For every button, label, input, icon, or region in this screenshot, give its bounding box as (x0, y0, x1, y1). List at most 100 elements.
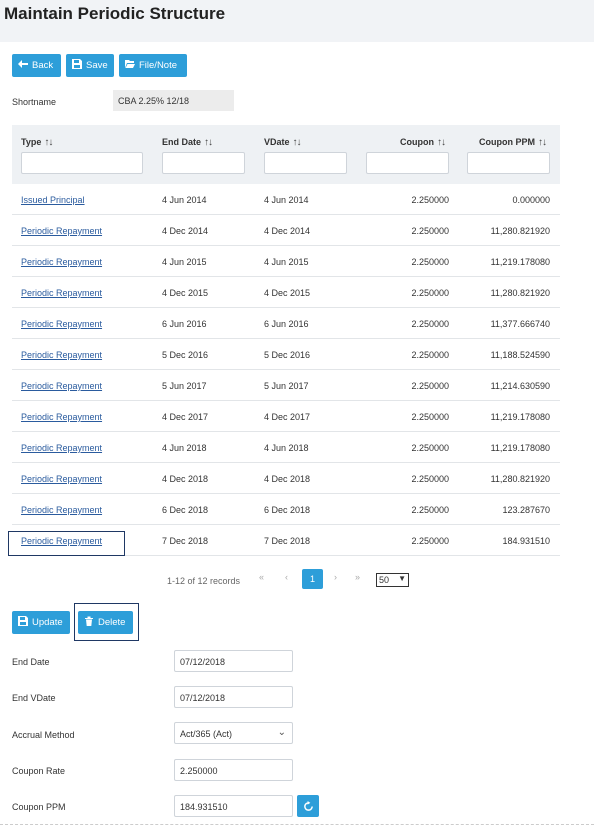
table-row[interactable]: Periodic Repayment 4 Dec 2017 4 Dec 2017 2.… (12, 401, 560, 432)
end-date-filter-input[interactable] (162, 152, 245, 174)
cell-end-date: 6 Dec 2018 (162, 505, 209, 515)
page-1-button[interactable]: 1 (302, 569, 323, 589)
cell-vdate: 5 Jun 2017 (264, 381, 309, 391)
chevron-down-icon: ▼ (398, 574, 406, 583)
coupon-ppm-field[interactable]: 184.931510 (174, 795, 293, 817)
cell-vdate: 4 Jun 2015 (264, 257, 309, 267)
page-size-select[interactable]: 50 ▼ (376, 573, 409, 587)
cell-type[interactable]: Periodic Repayment (21, 412, 102, 422)
back-button[interactable]: Back (12, 54, 61, 77)
save-button[interactable]: Save (66, 54, 114, 77)
file-note-label: File/Note (139, 60, 178, 71)
cell-coupon-ppm: 11,219.178080 (490, 412, 550, 422)
floppy-icon (72, 59, 82, 72)
cell-vdate: 6 Dec 2018 (264, 505, 311, 515)
cell-coupon: 2.250000 (411, 443, 449, 453)
last-page-icon[interactable]: » (355, 572, 360, 582)
first-page-icon[interactable]: « (259, 572, 264, 582)
cell-end-date: 5 Dec 2016 (162, 350, 209, 360)
cell-type[interactable]: Periodic Repayment (21, 474, 102, 484)
sort-icon: ↑↓ (204, 137, 213, 148)
cell-coupon-ppm: 11,280.821920 (490, 474, 550, 484)
column-header-coupon-ppm[interactable]: Coupon PPM ↑↓ (479, 137, 547, 148)
table-row[interactable]: Periodic Repayment 5 Jun 2017 5 Jun 2017 2.… (12, 370, 560, 401)
cell-coupon: 2.250000 (411, 350, 449, 360)
cell-vdate: 7 Dec 2018 (264, 536, 311, 546)
delete-button-highlight (74, 603, 139, 641)
accrual-method-select[interactable]: Act/365 (Act) ⌄ (174, 722, 293, 744)
end-date-field[interactable]: 07/12/2018 (174, 650, 293, 672)
column-header-type[interactable]: Type ↑↓ (21, 137, 53, 148)
type-filter-input[interactable] (21, 152, 143, 174)
cell-coupon-ppm: 0.000000 (512, 195, 550, 205)
cell-end-date: 4 Dec 2017 (162, 412, 209, 422)
refresh-button[interactable] (297, 795, 319, 817)
cell-type[interactable]: Issued Principal (21, 195, 85, 205)
cell-type[interactable]: Periodic Repayment (21, 288, 102, 298)
coupon-rate-field[interactable]: 2.250000 (174, 759, 293, 781)
cell-type[interactable]: Periodic Repayment (21, 350, 102, 360)
cell-coupon-ppm: 11,219.178080 (490, 257, 550, 267)
table-row[interactable]: Periodic Repayment 6 Jun 2016 6 Jun 2016 2.… (12, 308, 560, 339)
pager-summary: 1-12 of 12 records (167, 576, 241, 586)
table-row[interactable]: Periodic Repayment 6 Dec 2018 6 Dec 2018 2.… (12, 494, 560, 525)
vdate-filter-input[interactable] (264, 152, 347, 174)
cell-vdate: 4 Dec 2014 (264, 226, 311, 236)
file-note-button[interactable]: File/Note (119, 54, 187, 77)
cell-coupon-ppm: 11,188.524590 (490, 350, 550, 360)
table-row[interactable]: Periodic Repayment 4 Dec 2018 4 Dec 2018 2.… (12, 463, 560, 494)
coupon-rate-label: Coupon Rate (12, 766, 66, 776)
cell-type[interactable]: Periodic Repayment (21, 443, 102, 453)
table-row[interactable]: Issued Principal 4 Jun 2014 4 Jun 2014 2.25… (12, 184, 560, 215)
cell-coupon: 2.250000 (411, 288, 449, 298)
cell-coupon-ppm: 123.287670 (502, 505, 550, 515)
update-button[interactable]: Update (12, 611, 70, 634)
column-header-vdate[interactable]: VDate ↑↓ (264, 137, 302, 148)
selected-row-highlight (8, 531, 125, 556)
next-page-icon[interactable]: › (334, 572, 337, 582)
accrual-method-value: Act/365 (Act) (180, 729, 233, 739)
floppy-icon (18, 616, 28, 629)
prev-page-icon[interactable]: ‹ (285, 572, 288, 582)
coupon-ppm-label: Coupon PPM (12, 802, 66, 812)
page-title: Maintain Periodic Structure (4, 4, 226, 23)
cell-vdate: 6 Jun 2016 (264, 319, 309, 329)
update-label: Update (32, 617, 63, 628)
cell-type[interactable]: Periodic Repayment (21, 319, 102, 329)
cell-end-date: 7 Dec 2018 (162, 536, 209, 546)
cell-coupon: 2.250000 (411, 226, 449, 236)
cell-end-date: 6 Jun 2016 (162, 319, 207, 329)
end-vdate-label: End VDate (12, 693, 56, 703)
column-header-coupon[interactable]: Coupon ↑↓ (400, 137, 446, 148)
shortname-value: CBA 2.25% 12/18 (113, 90, 234, 111)
arrow-left-icon (18, 59, 28, 72)
coupon-ppm-filter-input[interactable] (467, 152, 550, 174)
cell-end-date: 4 Jun 2014 (162, 195, 207, 205)
cell-coupon: 2.250000 (411, 505, 449, 515)
cell-vdate: 4 Dec 2017 (264, 412, 311, 422)
cell-type[interactable]: Periodic Repayment (21, 226, 102, 236)
accrual-method-label: Accrual Method (12, 730, 75, 740)
table-row[interactable]: Periodic Repayment 4 Jun 2015 4 Jun 2015 2.… (12, 246, 560, 277)
cell-end-date: 4 Jun 2015 (162, 257, 207, 267)
folder-open-icon (125, 59, 135, 72)
table-row[interactable]: Periodic Repayment 4 Jun 2018 4 Jun 2018 2.… (12, 432, 560, 463)
page-size-value: 50 (379, 575, 390, 585)
end-vdate-field[interactable]: 07/12/2018 (174, 686, 293, 708)
cell-type[interactable]: Periodic Repayment (21, 257, 102, 267)
cell-coupon: 2.250000 (411, 319, 449, 329)
column-header-end-date[interactable]: End Date ↑↓ (162, 137, 213, 148)
cell-end-date: 5 Jun 2017 (162, 381, 207, 391)
cell-coupon-ppm: 11,214.630590 (490, 381, 550, 391)
cell-coupon: 2.250000 (411, 474, 449, 484)
cell-vdate: 5 Dec 2016 (264, 350, 311, 360)
cell-coupon: 2.250000 (411, 381, 449, 391)
table-row[interactable]: Periodic Repayment 4 Dec 2015 4 Dec 2015 2.… (12, 277, 560, 308)
coupon-filter-input[interactable] (366, 152, 449, 174)
cell-coupon-ppm: 11,377.666740 (490, 319, 550, 329)
cell-type[interactable]: Periodic Repayment (21, 381, 102, 391)
table-row[interactable]: Periodic Repayment 4 Dec 2014 4 Dec 2014 2.… (12, 215, 560, 246)
cell-type[interactable]: Periodic Repayment (21, 505, 102, 515)
table-row[interactable]: Periodic Repayment 5 Dec 2016 5 Dec 2016 2.… (12, 339, 560, 370)
cell-end-date: 4 Dec 2014 (162, 226, 209, 236)
